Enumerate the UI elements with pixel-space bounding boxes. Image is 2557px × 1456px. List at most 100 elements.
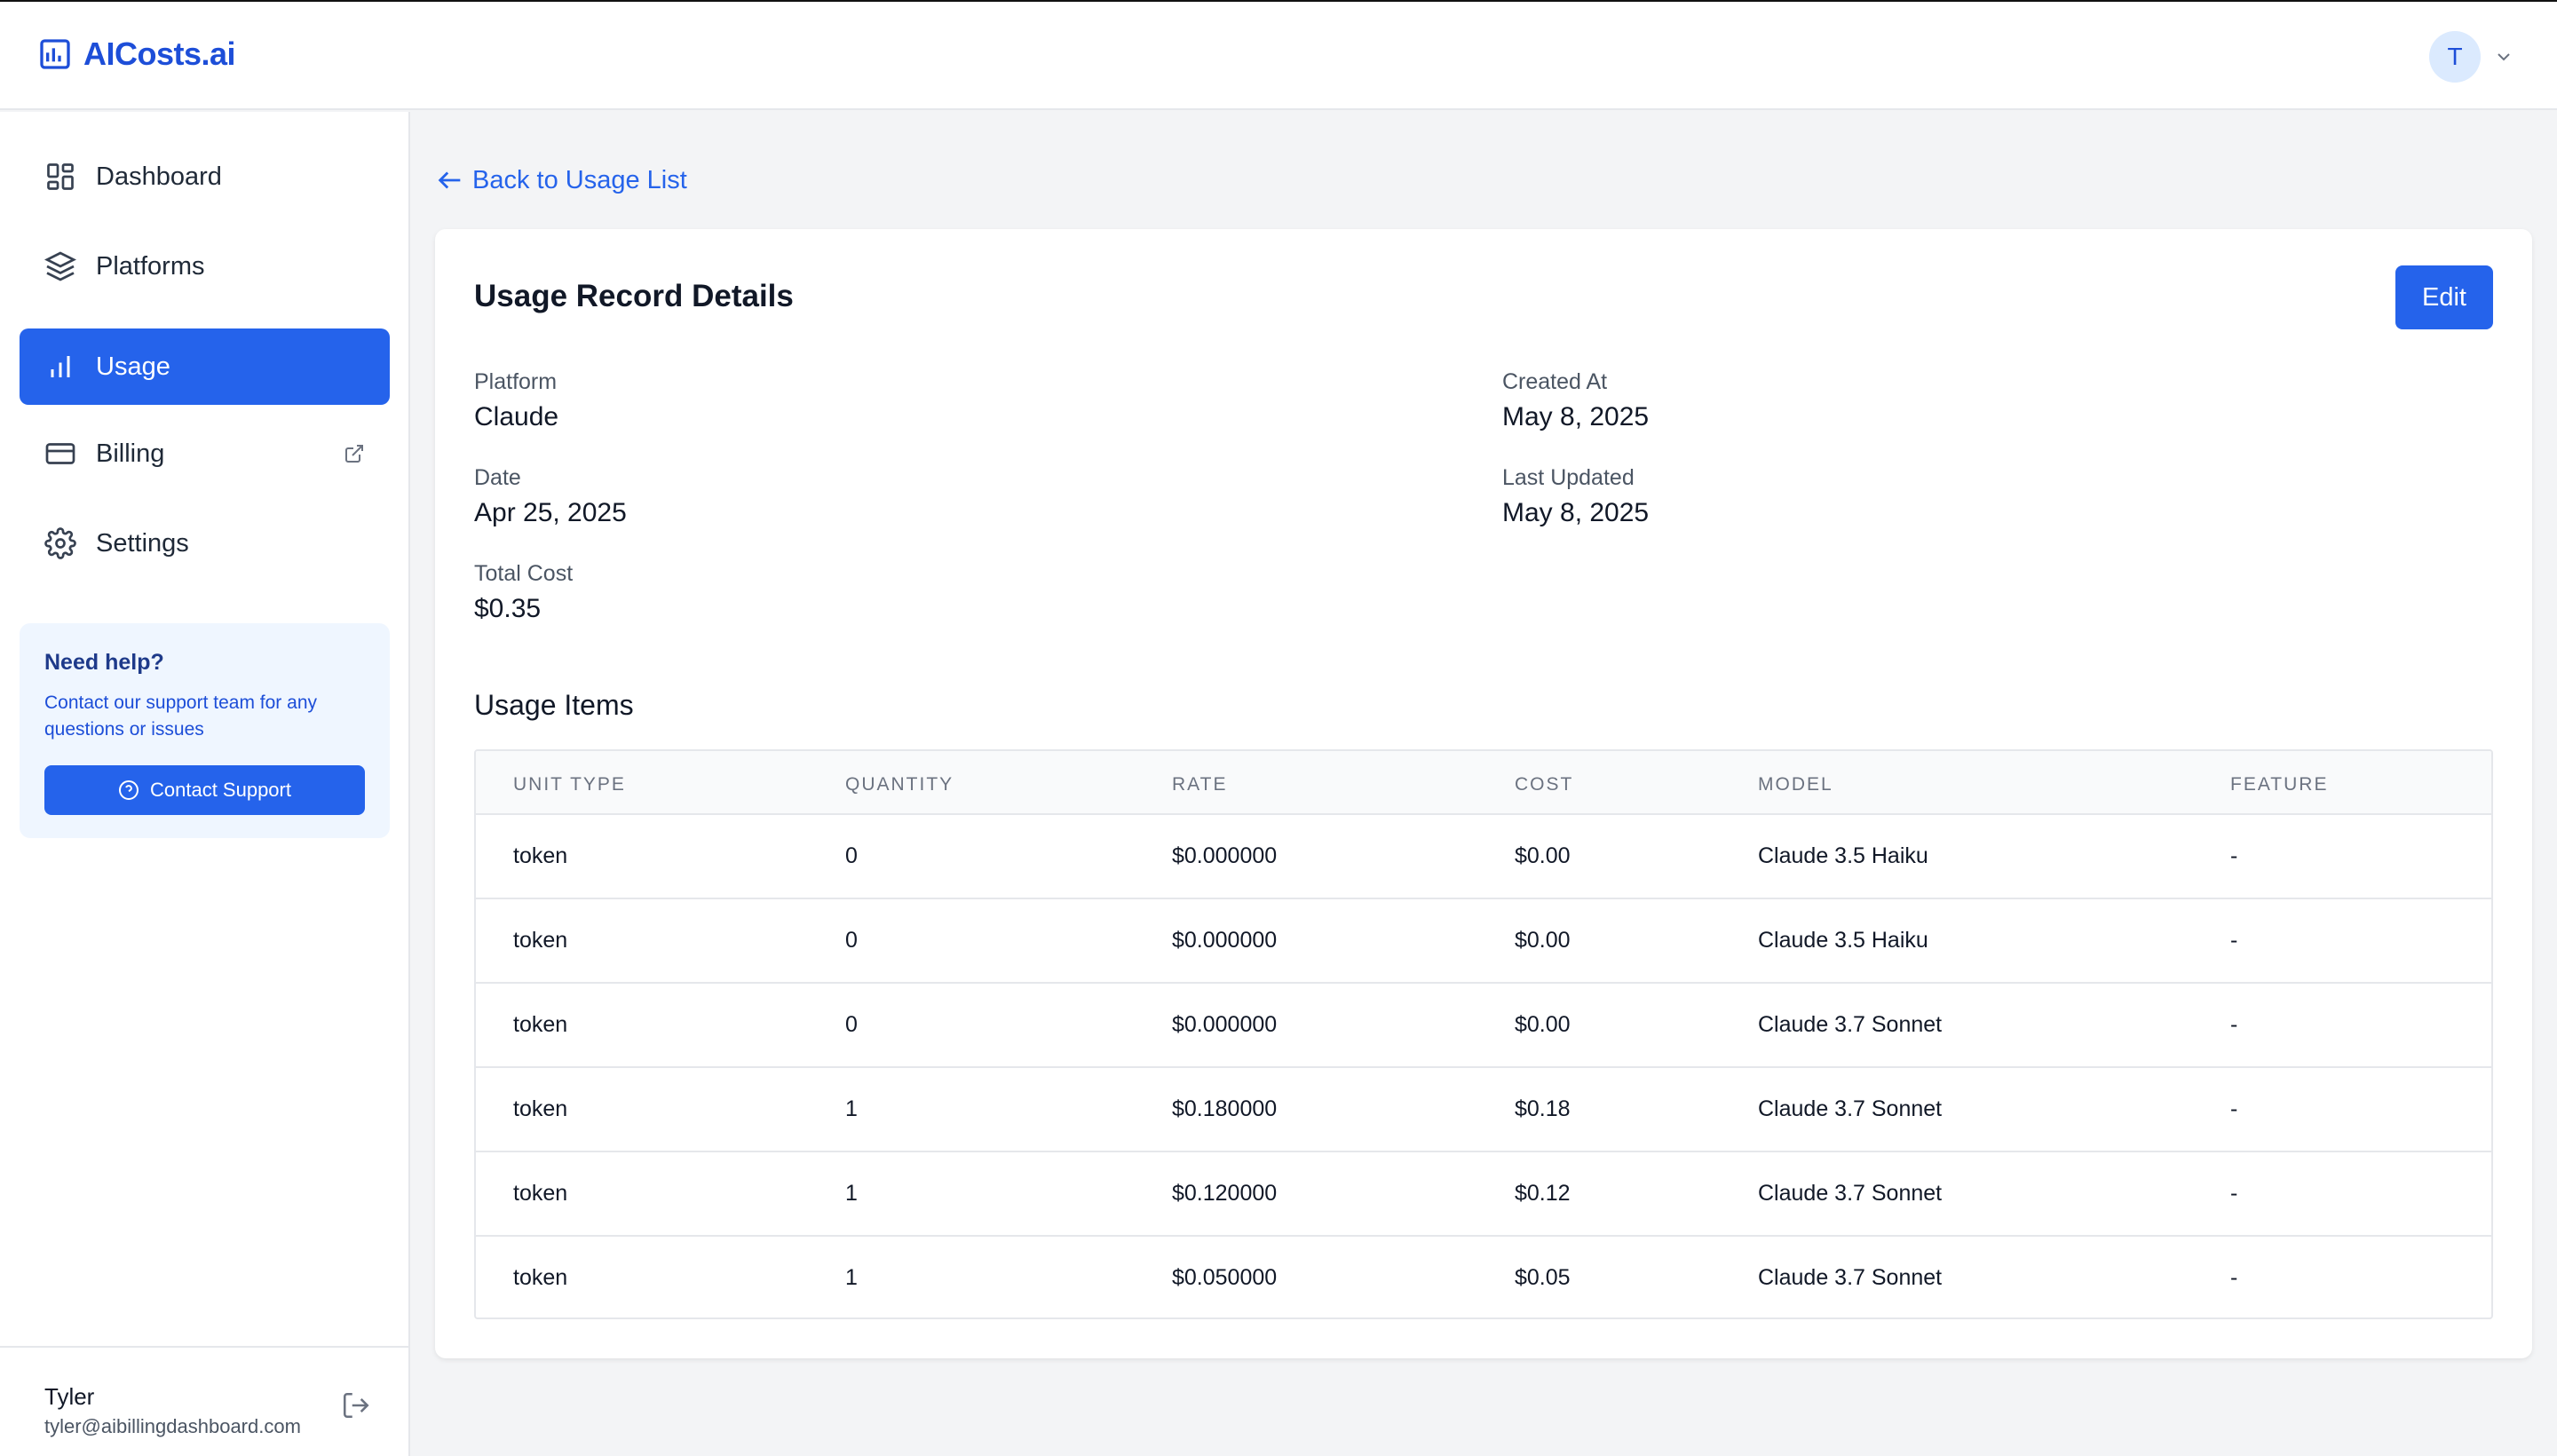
table-row: token 1 $0.120000 $0.12 Claude 3.7 Sonne… [476,1151,2491,1235]
cell-feature: - [2230,928,2238,953]
sidebar-item-settings[interactable]: Settings [20,505,390,582]
back-link-label: Back to Usage List [472,165,687,194]
user-name: Tyler [44,1383,95,1410]
cell-cost: $0.00 [1515,928,1571,953]
cell-cost: $0.05 [1515,1265,1571,1290]
cell-model: Claude 3.7 Sonnet [1758,1265,1943,1290]
app-name: AICosts.ai [83,36,236,72]
cell-model: Claude 3.7 Sonnet [1758,1181,1943,1206]
column-header-model: MODEL [1758,774,1833,795]
field-label: Date [474,465,521,490]
cell-feature: - [2230,843,2238,868]
usage-items-title: Usage Items [474,689,634,721]
cell-rate: $0.000000 [1172,928,1278,953]
logout-icon[interactable] [341,1390,371,1420]
cell-cost: $0.12 [1515,1181,1571,1206]
sidebar-item-label: Settings [96,528,189,558]
app-logo[interactable]: AICosts.ai [37,36,236,73]
chevron-down-icon[interactable] [2493,46,2514,67]
dashboard-grid-icon [47,163,74,190]
field-last-updated: Last Updated May 8, 2025 [1502,465,1649,528]
cell-feature: - [2230,1265,2238,1290]
cell-rate: $0.000000 [1172,843,1278,868]
layers-icon [44,251,76,281]
field-value: May 8, 2025 [1502,402,1650,431]
credit-card-icon [45,443,75,464]
field-label: Total Cost [474,561,574,586]
contact-support-label: Contact Support [150,779,291,801]
table-row: token 0 $0.000000 $0.00 Claude 3.5 Haiku… [476,813,2491,898]
column-header-rate: RATE [1172,774,1228,795]
usage-items-table: UNIT TYPE QUANTITY RATE COST MODEL FEATU… [474,749,2493,1319]
field-platform: Platform Claude [474,369,558,432]
gear-icon [44,527,76,559]
sidebar-item-platforms[interactable]: Platforms [20,228,390,305]
help-text: Contact our support team for any questio… [44,692,317,740]
table-row: token 0 $0.000000 $0.00 Claude 3.5 Haiku… [476,898,2491,982]
field-created-at: Created At May 8, 2025 [1502,369,1649,432]
cell-quantity: 0 [845,1012,858,1037]
cell-unit-type: token [513,1012,568,1037]
contact-support-button[interactable]: Contact Support [44,765,365,815]
table-row: token 1 $0.180000 $0.18 Claude 3.7 Sonne… [476,1066,2491,1151]
external-link-icon [345,445,363,463]
cell-unit-type: token [513,1265,568,1290]
cell-quantity: 1 [845,1181,858,1206]
cell-model: Claude 3.7 Sonnet [1758,1096,1943,1121]
cell-feature: - [2230,1012,2238,1037]
top-header: AICosts.ai T [0,2,2557,110]
back-to-usage-list-link[interactable]: Back to Usage List [435,165,687,195]
arrow-left-icon [438,171,461,189]
cell-rate: $0.000000 [1172,1012,1278,1037]
bar-chart-icon [51,356,70,377]
cell-rate: $0.120000 [1172,1181,1278,1206]
sidebar: Dashboard Platforms Usage Billing Settin… [0,112,410,1456]
cell-feature: - [2230,1096,2238,1121]
column-header-feature: FEATURE [2230,774,2329,795]
sidebar-item-label: Platforms [96,251,205,281]
field-value: Claude [474,402,559,431]
sidebar-item-billing[interactable]: Billing [20,415,390,492]
field-date: Date Apr 25, 2025 [474,465,627,528]
usage-record-card: Usage Record Details Edit Platform Claud… [435,229,2532,1358]
column-header-quantity: QUANTITY [845,774,954,795]
field-total-cost: Total Cost $0.35 [474,561,573,624]
user-email: tyler@aibillingdashboard.com [44,1415,301,1437]
chart-logo-icon [40,39,70,69]
cell-quantity: 0 [845,928,858,953]
field-label: Platform [474,369,558,394]
help-circle-icon [119,780,139,800]
field-value: Apr 25, 2025 [474,498,627,527]
cell-unit-type: token [513,1096,568,1121]
cell-cost: $0.00 [1515,1012,1571,1037]
sidebar-item-label: Usage [96,352,170,381]
sidebar-item-label: Dashboard [96,162,222,191]
field-label: Last Updated [1502,465,1635,490]
cell-quantity: 0 [845,843,858,868]
table-header: UNIT TYPE QUANTITY RATE COST MODEL FEATU… [476,751,2491,815]
cell-cost: $0.00 [1515,843,1571,868]
help-title: Need help? [44,650,164,675]
cell-model: Claude 3.7 Sonnet [1758,1012,1943,1037]
cell-unit-type: token [513,843,568,868]
sidebar-item-usage[interactable]: Usage [20,328,390,405]
column-header-cost: COST [1515,774,1574,795]
sidebar-item-label: Billing [96,439,165,468]
help-card: Need help? Contact our support team for … [20,623,390,838]
user-profile: Tyler tyler@aibillingdashboard.com [0,1346,408,1456]
cell-quantity: 1 [845,1096,858,1121]
cell-rate: $0.180000 [1172,1096,1278,1121]
user-avatar[interactable]: T [2429,31,2481,83]
cell-model: Claude 3.5 Haiku [1758,843,1928,868]
field-label: Created At [1502,369,1608,394]
cell-cost: $0.18 [1515,1096,1571,1121]
column-header-unit-type: UNIT TYPE [513,774,626,795]
edit-button[interactable]: Edit [2395,265,2493,329]
sidebar-item-dashboard[interactable]: Dashboard [20,138,390,215]
table-row: token 1 $0.050000 $0.05 Claude 3.7 Sonne… [476,1235,2491,1318]
cell-rate: $0.050000 [1172,1265,1278,1290]
field-value: May 8, 2025 [1502,498,1650,527]
cell-feature: - [2230,1181,2238,1206]
cell-model: Claude 3.5 Haiku [1758,928,1928,953]
table-row: token 0 $0.000000 $0.00 Claude 3.7 Sonne… [476,982,2491,1066]
